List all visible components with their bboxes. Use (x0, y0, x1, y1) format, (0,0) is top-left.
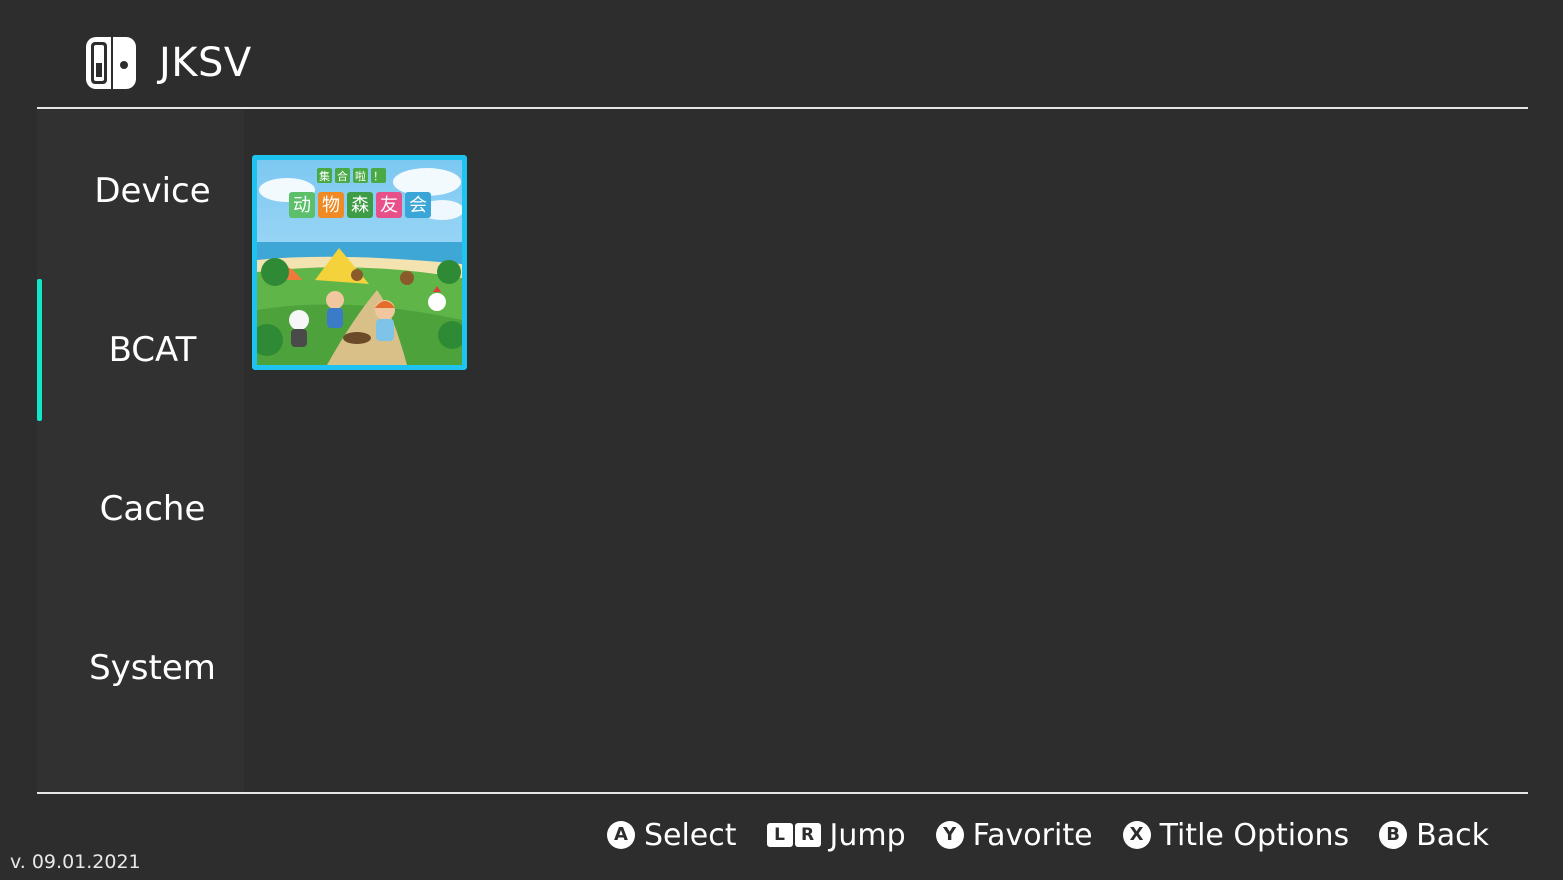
sidebar-item-label: BCAT (108, 330, 197, 370)
svg-text:动: 动 (293, 195, 311, 216)
svg-text:物: 物 (322, 195, 340, 216)
x-button-icon: X (1122, 821, 1151, 849)
sidebar-item-label: Device (94, 171, 211, 211)
svg-text:会: 会 (409, 195, 427, 216)
l-button-icon: L (766, 823, 793, 847)
hint-label: Title Options (1159, 817, 1350, 853)
y-button-icon: Y (935, 821, 964, 849)
title-grid: 集 合 啦 ！ 动 物 森 友 会 (244, 110, 1528, 792)
back-hint[interactable]: B Back (1379, 818, 1489, 853)
app-title: JKSV (159, 40, 252, 86)
title-options-hint[interactable]: X Title Options (1122, 817, 1350, 853)
sidebar-item-bcat[interactable]: BCAT (37, 279, 244, 421)
sidebar: Device BCAT Cache System (37, 110, 244, 792)
header-divider (37, 107, 1528, 109)
sidebar-item-cache[interactable]: Cache (37, 438, 244, 580)
svg-text:森: 森 (351, 195, 369, 216)
hint-label: Back (1416, 817, 1489, 853)
title-tile-animal-crossing[interactable]: 集 合 啦 ！ 动 物 森 友 会 (252, 155, 467, 370)
svg-text:合: 合 (337, 169, 348, 183)
sidebar-item-device[interactable]: Device (37, 120, 244, 262)
version-label: v. 09.01.2021 (10, 851, 141, 873)
jump-hint[interactable]: L R Jump (766, 817, 906, 853)
hint-label: Jump (829, 817, 906, 853)
footer-divider (37, 792, 1528, 794)
svg-text:集: 集 (319, 169, 330, 183)
app-window: JKSV Device BCAT Cache System 集 合 啦 ！ 动 … (0, 0, 1563, 880)
a-button-icon: A (606, 821, 635, 849)
button-hints: A Select L R Jump Y Favorite X Title Opt… (606, 812, 1489, 858)
header: JKSV (0, 0, 1563, 108)
sidebar-item-label: Cache (99, 489, 206, 529)
favorite-hint[interactable]: Y Favorite (935, 817, 1093, 853)
svg-text:！: ！ (373, 170, 384, 183)
select-hint[interactable]: A Select (606, 817, 737, 853)
hint-label: Favorite (972, 817, 1093, 853)
game-cover-art: 集 合 啦 ！ 动 物 森 友 会 (257, 160, 462, 365)
sidebar-item-label: System (89, 648, 216, 688)
switch-console-icon (86, 37, 136, 89)
svg-text:友: 友 (380, 195, 398, 216)
r-button-icon: R (794, 823, 821, 847)
hint-label: Select (643, 817, 737, 853)
lr-buttons-icon: L R (766, 823, 821, 847)
b-button-icon: B (1379, 821, 1408, 849)
svg-text:啦: 啦 (355, 169, 366, 183)
sidebar-item-system[interactable]: System (37, 597, 244, 739)
selection-indicator (37, 279, 42, 421)
